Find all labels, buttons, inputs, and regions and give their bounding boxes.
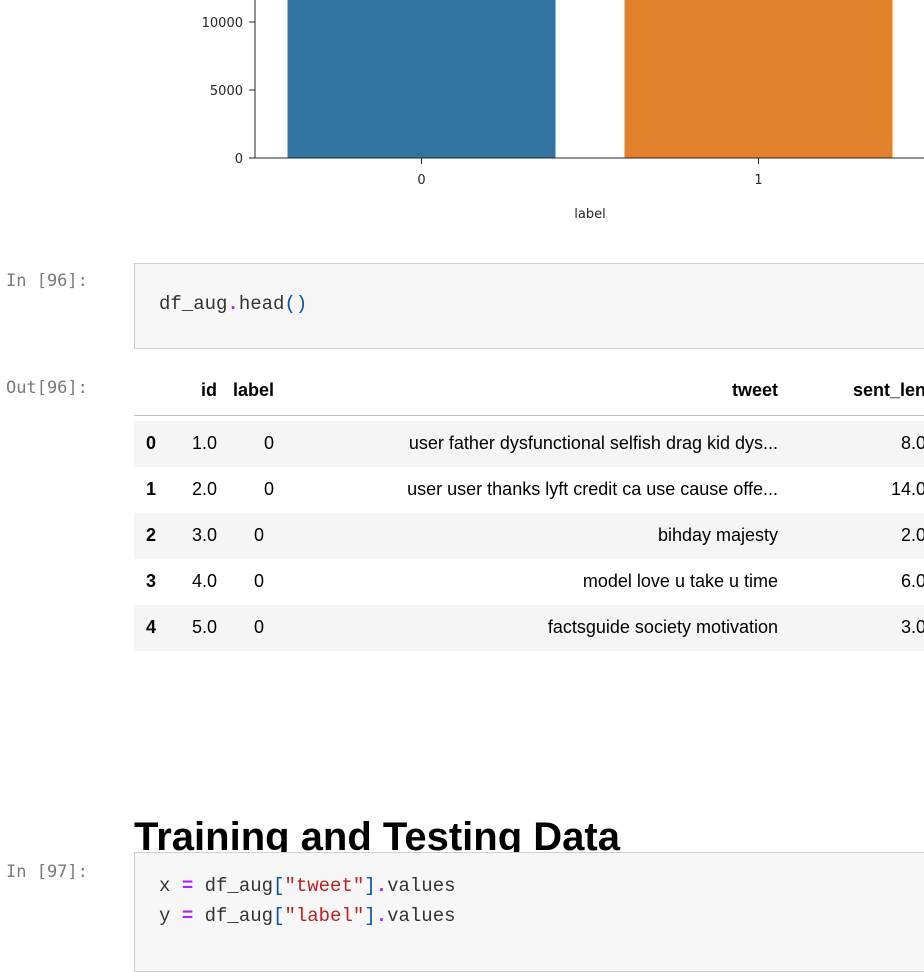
code-token: = <box>181 875 194 897</box>
table-cell: 0 <box>263 479 274 499</box>
row-index: 2 <box>146 525 157 545</box>
code-token: = <box>181 905 194 927</box>
table-cell: 5.0 <box>191 617 217 637</box>
bar-1 <box>624 0 893 158</box>
code-token: ] <box>364 875 376 897</box>
column-header: id <box>201 380 217 400</box>
table-cell: 0 <box>263 433 274 453</box>
code-line: y = df_aug["label"].values <box>159 905 456 927</box>
row-index: 4 <box>146 617 157 637</box>
table-cell: bihday majesty <box>657 525 778 545</box>
table-cell: 2.0 <box>900 525 924 545</box>
code-token: ] <box>364 905 376 927</box>
header-divider <box>134 415 924 416</box>
code-token: values <box>387 875 456 897</box>
output-prompt-96: Out[96]: <box>6 378 88 398</box>
table-cell: user father dysfunctional selfish drag k… <box>408 433 778 453</box>
column-header: sent_len <box>852 380 924 400</box>
code-token: "tweet" <box>284 875 365 897</box>
code-token: "label" <box>284 905 365 927</box>
code-token: . <box>227 293 239 315</box>
row-index: 3 <box>146 571 157 591</box>
table-row <box>134 513 924 559</box>
code-token: values <box>387 905 456 927</box>
code-line: df_aug.head() <box>159 293 307 315</box>
x-axis-label: label <box>574 207 605 222</box>
bar-0 <box>287 0 556 158</box>
table-cell: 0 <box>254 571 265 591</box>
table-cell: 14.0 <box>890 479 924 499</box>
column-header: tweet <box>731 380 778 400</box>
code-token: . <box>375 905 388 927</box>
table-cell: model love u take u time <box>582 571 778 591</box>
table-row <box>134 605 924 651</box>
table-cell: 8.0 <box>900 433 924 453</box>
code-token: df_aug <box>193 905 274 927</box>
x-tick-label: 0 <box>417 173 425 188</box>
row-index: 1 <box>146 479 157 499</box>
y-tick-label: 10000 <box>202 16 243 31</box>
table-cell: 2.0 <box>191 479 217 499</box>
table-cell: user user thanks lyft credit ca use caus… <box>407 479 778 499</box>
table-cell: factsguide society motivation <box>547 617 778 637</box>
code-token: . <box>375 875 388 897</box>
code-cell-97[interactable]: x = df_aug["tweet"].values y = df_aug["l… <box>134 852 924 972</box>
code-token: y <box>159 905 182 927</box>
code-token: [ <box>273 875 285 897</box>
table-cell: 6.0 <box>900 571 924 591</box>
code-token: df_aug <box>193 875 274 897</box>
y-tick-label: 5000 <box>210 84 243 99</box>
table-row <box>134 559 924 605</box>
table-cell: 0 <box>254 525 265 545</box>
table-cell: 1.0 <box>191 433 217 453</box>
code-token: df_aug <box>159 293 228 315</box>
column-header: label <box>232 380 274 400</box>
code-token: () <box>284 293 308 315</box>
table-cell: 0 <box>254 617 265 637</box>
x-tick-label: 1 <box>754 173 762 188</box>
table-cell: 3.0 <box>900 617 924 637</box>
code-cell-96[interactable]: df_aug.head() <box>134 263 924 349</box>
code-token: head <box>238 293 285 315</box>
code-token: [ <box>273 905 285 927</box>
table-cell: 4.0 <box>191 571 217 591</box>
table-cell: 3.0 <box>191 525 217 545</box>
code-line: x = df_aug["tweet"].values <box>159 875 456 897</box>
row-index: 0 <box>146 433 157 453</box>
label-count-bar-chart: 0 1 0 5000 10000 label <box>202 0 924 222</box>
code-token: x <box>159 875 182 897</box>
input-prompt-97: In [97]: <box>6 862 88 882</box>
y-tick-label: 0 <box>235 152 243 167</box>
input-prompt-96: In [96]: <box>6 271 88 291</box>
